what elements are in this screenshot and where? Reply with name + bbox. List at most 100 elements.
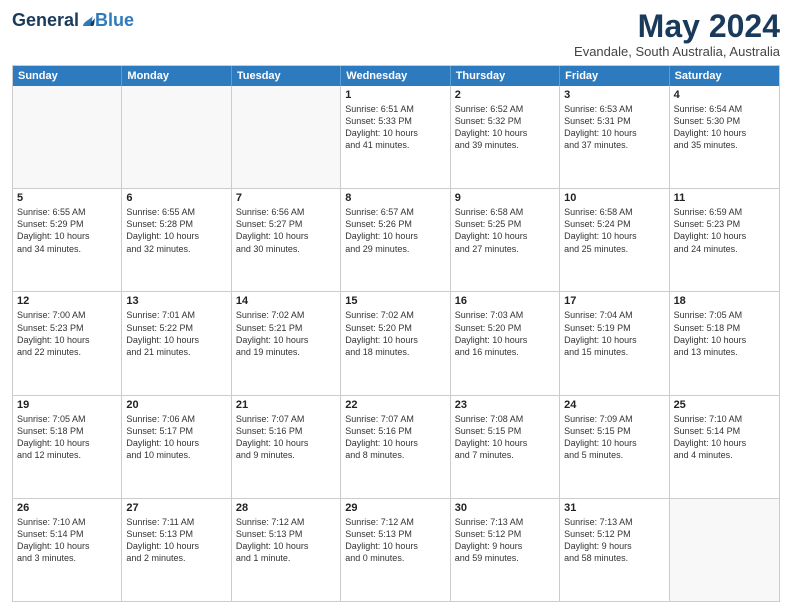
calendar-row-3: 12 Sunrise: 7:00 AM Sunset: 5:23 PM Dayli… xyxy=(13,292,779,395)
header-monday: Monday xyxy=(122,66,231,86)
calendar-cell: 19Sunrise: 7:05 AM Sunset: 5:18 PM Dayli… xyxy=(13,396,122,498)
header-saturday: Saturday xyxy=(670,66,779,86)
cell-info: Sunrise: 6:57 AM Sunset: 5:26 PM Dayligh… xyxy=(345,206,445,255)
calendar-cell: 30Sunrise: 7:13 AM Sunset: 5:12 PM Dayli… xyxy=(451,499,560,601)
cell-info: Sunrise: 7:13 AM Sunset: 5:12 PM Dayligh… xyxy=(455,516,555,565)
cell-info: Sunrise: 6:55 AM Sunset: 5:29 PM Dayligh… xyxy=(17,206,117,255)
month-title: May 2024 xyxy=(574,10,780,42)
logo-general: General xyxy=(12,10,79,31)
cell-info: Sunrise: 7:06 AM Sunset: 5:17 PM Dayligh… xyxy=(126,413,226,462)
cell-info: Sunrise: 7:08 AM Sunset: 5:15 PM Dayligh… xyxy=(455,413,555,462)
day-number: 1 xyxy=(345,89,445,101)
day-number: 14 xyxy=(236,295,336,307)
cell-info: Sunrise: 7:07 AM Sunset: 5:16 PM Dayligh… xyxy=(345,413,445,462)
cell-info: Sunrise: 7:10 AM Sunset: 5:14 PM Dayligh… xyxy=(674,413,775,462)
day-number: 18 xyxy=(674,295,775,307)
calendar-header: Sunday Monday Tuesday Wednesday Thursday… xyxy=(13,66,779,86)
cell-info: Sunrise: 7:04 AM Sunset: 5:19 PM Dayligh… xyxy=(564,309,664,358)
day-number: 22 xyxy=(345,399,445,411)
header-sunday: Sunday xyxy=(13,66,122,86)
cell-info: Sunrise: 7:09 AM Sunset: 5:15 PM Dayligh… xyxy=(564,413,664,462)
calendar-row-1: 1 Sunrise: 6:51 AM Sunset: 5:33 PM Daylig… xyxy=(13,86,779,189)
cell-info: Sunrise: 7:02 AM Sunset: 5:21 PM Dayligh… xyxy=(236,309,336,358)
title-block: May 2024 Evandale, South Australia, Aust… xyxy=(574,10,780,59)
day-number: 27 xyxy=(126,502,226,514)
calendar-cell: 4 Sunrise: 6:54 AM Sunset: 5:30 PM Daylig… xyxy=(670,86,779,188)
day-number: 7 xyxy=(236,192,336,204)
day-number: 17 xyxy=(564,295,664,307)
cell-info: Sunrise: 6:53 AM Sunset: 5:31 PM Dayligh… xyxy=(564,103,664,152)
calendar-cell: 31 Sunrise: 7:13 AM Sunset: 5:12 PM Dayli… xyxy=(560,499,669,601)
cell-info: Sunrise: 7:05 AM Sunset: 5:18 PM Dayligh… xyxy=(674,309,775,358)
calendar-cell: 12 Sunrise: 7:00 AM Sunset: 5:23 PM Dayli… xyxy=(13,292,122,394)
calendar-cell: 13 Sunrise: 7:01 AM Sunset: 5:22 PM Dayli… xyxy=(122,292,231,394)
calendar-cell: 22 Sunrise: 7:07 AM Sunset: 5:16 PM Dayli… xyxy=(341,396,450,498)
cell-info: Sunrise: 7:13 AM Sunset: 5:12 PM Dayligh… xyxy=(564,516,664,565)
day-number: 6 xyxy=(126,192,226,204)
cell-info: Sunrise: 6:54 AM Sunset: 5:30 PM Dayligh… xyxy=(674,103,775,152)
calendar-cell: 2 Sunrise: 6:52 AM Sunset: 5:32 PM Daylig… xyxy=(451,86,560,188)
day-number: 13 xyxy=(126,295,226,307)
day-number: 16 xyxy=(455,295,555,307)
cell-info: Sunrise: 7:07 AM Sunset: 5:16 PM Dayligh… xyxy=(236,413,336,462)
cell-info: Sunrise: 6:51 AM Sunset: 5:33 PM Dayligh… xyxy=(345,103,445,152)
calendar-cell: 27 Sunrise: 7:11 AM Sunset: 5:13 PM Dayli… xyxy=(122,499,231,601)
day-number: 15 xyxy=(345,295,445,307)
day-number: 31 xyxy=(564,502,664,514)
day-number: 12 xyxy=(17,295,117,307)
header: General Blue May 2024 Evandale, South Au… xyxy=(12,10,780,59)
cell-info: Sunrise: 6:52 AM Sunset: 5:32 PM Dayligh… xyxy=(455,103,555,152)
calendar-cell: 28Sunrise: 7:12 AM Sunset: 5:13 PM Dayli… xyxy=(232,499,341,601)
header-tuesday: Tuesday xyxy=(232,66,341,86)
calendar-cell: 9 Sunrise: 6:58 AM Sunset: 5:25 PM Daylig… xyxy=(451,189,560,291)
logo-bird-icon xyxy=(81,12,95,30)
day-number: 3 xyxy=(564,89,664,101)
calendar-cell: 8 Sunrise: 6:57 AM Sunset: 5:26 PM Daylig… xyxy=(341,189,450,291)
cell-info: Sunrise: 7:00 AM Sunset: 5:23 PM Dayligh… xyxy=(17,309,117,358)
cell-info: Sunrise: 7:05 AM Sunset: 5:18 PM Dayligh… xyxy=(17,413,117,462)
calendar-cell xyxy=(13,86,122,188)
day-number: 28 xyxy=(236,502,336,514)
cell-info: Sunrise: 7:12 AM Sunset: 5:13 PM Dayligh… xyxy=(345,516,445,565)
day-number: 4 xyxy=(674,89,775,101)
cell-info: Sunrise: 6:59 AM Sunset: 5:23 PM Dayligh… xyxy=(674,206,775,255)
calendar-cell: 1 Sunrise: 6:51 AM Sunset: 5:33 PM Daylig… xyxy=(341,86,450,188)
calendar-body: 1 Sunrise: 6:51 AM Sunset: 5:33 PM Daylig… xyxy=(13,86,779,601)
calendar-cell: 24Sunrise: 7:09 AM Sunset: 5:15 PM Dayli… xyxy=(560,396,669,498)
calendar-cell: 23 Sunrise: 7:08 AM Sunset: 5:15 PM Dayli… xyxy=(451,396,560,498)
cell-info: Sunrise: 6:58 AM Sunset: 5:25 PM Dayligh… xyxy=(455,206,555,255)
day-number: 21 xyxy=(236,399,336,411)
cell-info: Sunrise: 7:10 AM Sunset: 5:14 PM Dayligh… xyxy=(17,516,117,565)
cell-info: Sunrise: 7:11 AM Sunset: 5:13 PM Dayligh… xyxy=(126,516,226,565)
calendar-cell: 5 Sunrise: 6:55 AM Sunset: 5:29 PM Daylig… xyxy=(13,189,122,291)
day-number: 8 xyxy=(345,192,445,204)
logo-text: General Blue xyxy=(12,10,134,31)
calendar-row-4: 19Sunrise: 7:05 AM Sunset: 5:18 PM Dayli… xyxy=(13,396,779,499)
calendar-cell: 7 Sunrise: 6:56 AM Sunset: 5:27 PM Daylig… xyxy=(232,189,341,291)
calendar-cell xyxy=(232,86,341,188)
day-number: 23 xyxy=(455,399,555,411)
calendar-cell xyxy=(122,86,231,188)
day-number: 20 xyxy=(126,399,226,411)
calendar-cell: 6Sunrise: 6:55 AM Sunset: 5:28 PM Daylig… xyxy=(122,189,231,291)
logo-blue: Blue xyxy=(95,10,134,31)
day-number: 5 xyxy=(17,192,117,204)
cell-info: Sunrise: 6:56 AM Sunset: 5:27 PM Dayligh… xyxy=(236,206,336,255)
cell-info: Sunrise: 7:01 AM Sunset: 5:22 PM Dayligh… xyxy=(126,309,226,358)
cell-info: Sunrise: 7:02 AM Sunset: 5:20 PM Dayligh… xyxy=(345,309,445,358)
day-number: 9 xyxy=(455,192,555,204)
calendar-cell: 29Sunrise: 7:12 AM Sunset: 5:13 PM Dayli… xyxy=(341,499,450,601)
header-thursday: Thursday xyxy=(451,66,560,86)
page: General Blue May 2024 Evandale, South Au… xyxy=(0,0,792,612)
day-number: 10 xyxy=(564,192,664,204)
day-number: 26 xyxy=(17,502,117,514)
calendar-cell: 26 Sunrise: 7:10 AM Sunset: 5:14 PM Dayli… xyxy=(13,499,122,601)
calendar-cell: 10Sunrise: 6:58 AM Sunset: 5:24 PM Dayli… xyxy=(560,189,669,291)
day-number: 2 xyxy=(455,89,555,101)
day-number: 11 xyxy=(674,192,775,204)
header-wednesday: Wednesday xyxy=(341,66,450,86)
calendar-cell: 15 Sunrise: 7:02 AM Sunset: 5:20 PM Dayli… xyxy=(341,292,450,394)
calendar: Sunday Monday Tuesday Wednesday Thursday… xyxy=(12,65,780,602)
day-number: 25 xyxy=(674,399,775,411)
calendar-cell xyxy=(670,499,779,601)
